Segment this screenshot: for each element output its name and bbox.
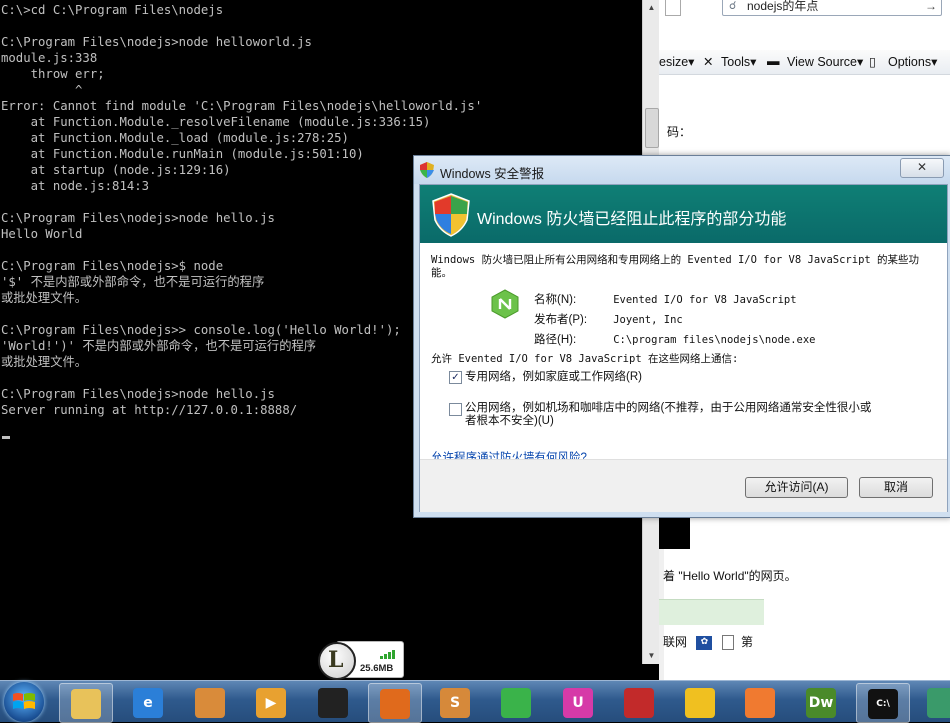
- sublime-icon: S: [440, 688, 470, 718]
- address-bar-stub[interactable]: [665, 0, 681, 16]
- green-app-icon: [501, 688, 531, 718]
- firewall-dialog: Windows 安全警报 ✕ Windows 防火墙已经阻止此程序的部分功能 W…: [413, 155, 950, 518]
- taskbar-cmd-button[interactable]: C:\: [856, 683, 910, 723]
- name-label: 名称(N):: [534, 294, 577, 306]
- media-icon: ▶: [256, 688, 286, 718]
- windows-logo-icon: [13, 693, 35, 709]
- resize-menu[interactable]: esize▾: [659, 54, 694, 69]
- path-label: 路径(H):: [534, 334, 577, 346]
- dialog-body: Windows 防火墙已阻止所有公用网络和专用网络上的 Evented I/O …: [420, 243, 947, 464]
- taskbar-ie-button[interactable]: e: [122, 683, 174, 721]
- taskbar-paint-button[interactable]: [184, 683, 236, 721]
- explorer-icon: [71, 689, 101, 719]
- close-button[interactable]: ✕: [900, 158, 944, 178]
- shield-icon: [420, 162, 434, 178]
- nodejs-app-icon: [491, 289, 519, 319]
- taskbar-media-button[interactable]: ▶: [245, 683, 297, 721]
- publisher-row: 发布者(P): Joyent, Inc: [534, 311, 683, 327]
- name-value: Evented I/O for V8 JavaScript: [613, 294, 797, 306]
- path-row: 路径(H): C:\program files\nodejs\node.exe: [534, 331, 816, 347]
- tools-icon: ✕: [703, 55, 714, 69]
- taskbar-firefox-button[interactable]: [368, 683, 422, 723]
- code-block: [659, 513, 690, 549]
- paw-icon[interactable]: ✿: [696, 635, 713, 650]
- windows-shield-icon: [432, 193, 470, 237]
- taskbar-last-app-button[interactable]: [916, 683, 950, 721]
- path-value: C:\program files\nodejs\node.exe: [613, 334, 816, 346]
- public-network-checkbox[interactable]: [449, 403, 462, 416]
- taskbar-yellow-app-button[interactable]: [674, 683, 726, 721]
- taskbar: e ▶ S U Dw C:\: [0, 680, 950, 723]
- red-app-icon: [624, 688, 654, 718]
- taskbar-qq-button[interactable]: [307, 683, 359, 721]
- scroll-thumb[interactable]: [645, 108, 659, 148]
- private-network-checkbox[interactable]: ✓: [449, 371, 462, 384]
- allow-access-button[interactable]: 允许访问(A): [745, 477, 848, 498]
- fox-app-icon: [745, 688, 775, 718]
- public-network-label-1[interactable]: 公用网络，例如机场和咖啡店中的网络(不推荐，由于公用网络通常安全性很小或: [465, 402, 871, 415]
- search-go-icon[interactable]: →: [925, 0, 937, 14]
- code-label: 码：: [667, 125, 692, 139]
- taskbar-green-app-button[interactable]: [490, 683, 542, 721]
- taskbar-explorer-button[interactable]: [59, 683, 113, 723]
- cmd-icon: C:\: [868, 689, 898, 719]
- publisher-label: 发布者(P):: [534, 314, 588, 326]
- last-app-icon: [927, 688, 950, 718]
- green-bar: [659, 599, 764, 625]
- publisher-value: Joyent, Inc: [613, 314, 683, 326]
- memory-value: 25.6MB: [360, 663, 394, 674]
- dialog-description: Windows 防火墙已阻止所有公用网络和专用网络上的 Evented I/O …: [431, 254, 920, 279]
- memory-widget[interactable]: L 25.6MB: [318, 641, 404, 680]
- search-icon: ☌: [729, 0, 737, 12]
- dreamweaver-icon: Dw: [806, 688, 836, 718]
- memory-logo-icon: L: [318, 642, 356, 680]
- firefox-icon: [380, 689, 410, 719]
- ie-icon: e: [133, 688, 163, 718]
- view-source-icon: ▬: [767, 54, 780, 68]
- bottom-right-link[interactable]: 第: [741, 635, 753, 649]
- taskbar-red-app-button[interactable]: [613, 683, 665, 721]
- cancel-button[interactable]: 取消: [859, 477, 933, 498]
- magenta-app-icon: U: [563, 688, 593, 718]
- dialog-titlebar[interactable]: Windows 安全警报 ✕: [414, 156, 950, 184]
- options-icon: ▯: [869, 55, 876, 69]
- dialog-footer: 允许访问(A) 取消: [420, 459, 947, 512]
- private-network-label[interactable]: 专用网络，例如家庭或工作网络(R): [465, 371, 642, 384]
- bottom-link-row: 联网 ✿ 第: [663, 633, 753, 651]
- scroll-up-arrow-icon[interactable]: ▲: [643, 0, 660, 16]
- search-query: nodejs的年点: [747, 0, 819, 13]
- name-row: 名称(N): Evented I/O for V8 JavaScript: [534, 291, 797, 307]
- hello-text: 着 "Hello World"的网页。: [663, 569, 797, 583]
- taskbar-magenta-app-button[interactable]: U: [552, 683, 604, 721]
- yellow-app-icon: [685, 688, 715, 718]
- options-menu[interactable]: Options▾: [888, 54, 937, 69]
- dialog-content: Windows 防火墙已经阻止此程序的部分功能 Windows 防火墙已阻止所有…: [419, 184, 948, 512]
- public-network-label-2[interactable]: 者根本不安全)(U): [465, 415, 554, 428]
- bottom-left-link[interactable]: 联网: [663, 635, 687, 649]
- qq-icon: [318, 688, 348, 718]
- page-icon: [721, 635, 734, 651]
- taskbar-dreamweaver-button[interactable]: Dw: [795, 683, 847, 721]
- taskbar-sublime-button[interactable]: S: [429, 683, 481, 721]
- scroll-down-arrow-icon[interactable]: ▼: [643, 648, 660, 664]
- paint-icon: [195, 688, 225, 718]
- view-source-menu[interactable]: View Source▾: [787, 54, 863, 69]
- console-cursor: [2, 436, 10, 439]
- dialog-header: Windows 防火墙已经阻止此程序的部分功能: [420, 185, 947, 243]
- memory-logo-letter: L: [328, 647, 344, 673]
- start-button[interactable]: [4, 682, 44, 722]
- browser-toolbar: esize▾ ✕ Tools▾ ▬ View Source▾ ▯ Options…: [659, 50, 950, 75]
- dialog-header-text: Windows 防火墙已经阻止此程序的部分功能: [477, 211, 787, 228]
- dialog-title: Windows 安全警报: [440, 167, 545, 181]
- tools-menu[interactable]: Tools▾: [721, 54, 756, 69]
- search-box[interactable]: ☌ nodejs的年点 →: [722, 0, 942, 16]
- taskbar-fox-app-button[interactable]: [734, 683, 786, 721]
- allow-description: 允许 Evented I/O for V8 JavaScript 在这些网络上通…: [431, 353, 739, 365]
